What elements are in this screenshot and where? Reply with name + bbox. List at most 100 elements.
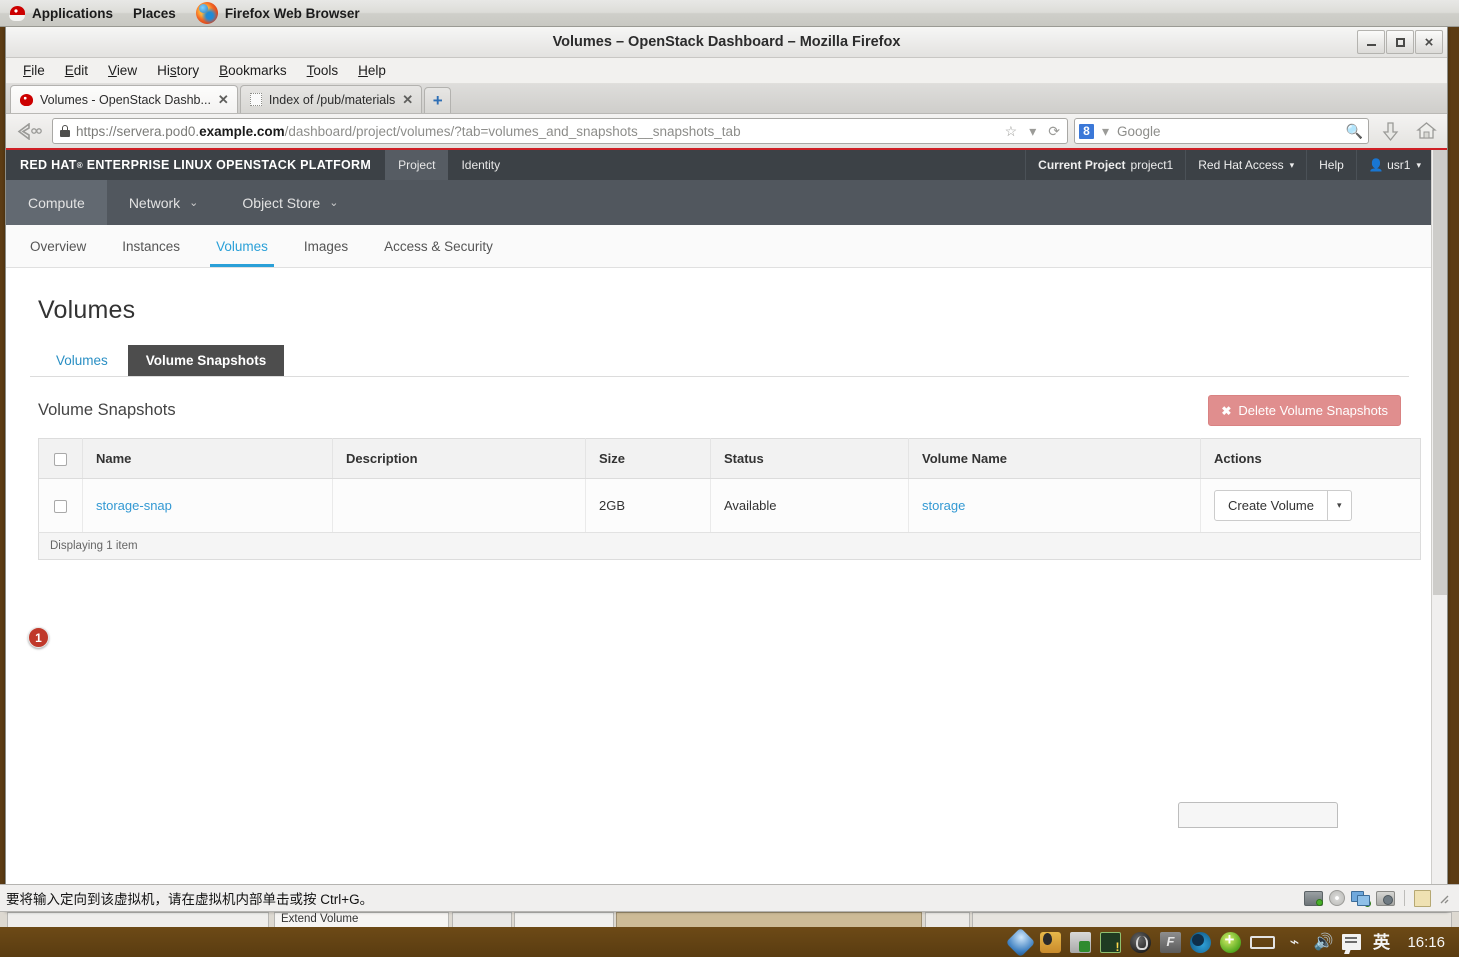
search-icon[interactable]: 🔍: [1346, 123, 1363, 140]
delete-volume-snapshots-button[interactable]: ✖ Delete Volume Snapshots: [1208, 395, 1401, 426]
browser-tab-volumes[interactable]: Volumes - OpenStack Dashb... ✕: [10, 85, 238, 113]
top-nav-identity[interactable]: Identity: [448, 150, 513, 180]
resize-grip-icon[interactable]: [1437, 892, 1449, 904]
cell-volume-name: storage: [908, 478, 1201, 534]
subtab-volume-snapshots[interactable]: Volume Snapshots: [127, 345, 285, 376]
dashboard-sub-nav: Compute Network ⌄ Object Store ⌄: [6, 180, 1433, 225]
browser-tab-index[interactable]: Index of /pub/materials ✕: [239, 85, 423, 113]
menu-bookmarks[interactable]: Bookmarks: [210, 60, 296, 81]
url-bar[interactable]: https://servera.pod0.example.com/dashboa…: [52, 118, 1068, 144]
vertical-scrollbar-thumb[interactable]: [1433, 150, 1447, 595]
gnome-top-panel: Applications Places Firefox Web Browser: [0, 0, 1459, 27]
subtab-volumes[interactable]: Volumes: [38, 345, 126, 376]
network-icon[interactable]: [1351, 890, 1371, 907]
notes-icon[interactable]: [1414, 889, 1431, 907]
tab-instances[interactable]: Instances: [104, 225, 198, 267]
bluetooth-icon[interactable]: [1006, 927, 1036, 957]
redhat-favicon: [20, 93, 33, 106]
tab-strip: Volumes - OpenStack Dashb... ✕ Index of …: [6, 84, 1447, 114]
hard-disk-icon[interactable]: [1304, 890, 1323, 906]
user-menu[interactable]: 👤 usr1 ▾: [1355, 150, 1433, 180]
google-engine-icon[interactable]: 8: [1079, 123, 1094, 139]
tab-volumes[interactable]: Volumes: [198, 225, 286, 267]
menu-edit[interactable]: Edit: [56, 60, 97, 81]
tab-close-icon[interactable]: ✕: [218, 92, 229, 108]
places-menu[interactable]: Places: [123, 0, 186, 27]
column-volume-name[interactable]: Volume Name: [908, 438, 1201, 480]
search-bar[interactable]: 8 ▾ Google 🔍: [1074, 118, 1369, 144]
tab-images[interactable]: Images: [286, 225, 366, 267]
column-description[interactable]: Description: [332, 438, 586, 480]
select-all-checkbox[interactable]: [54, 453, 67, 467]
font-manager-icon[interactable]: [1160, 931, 1182, 953]
new-tab-button[interactable]: +: [424, 87, 452, 113]
engine-dropdown-icon[interactable]: ▾: [1099, 123, 1112, 140]
bookmark-dropdown-icon[interactable]: ▾: [1026, 123, 1039, 140]
vertical-scrollbar[interactable]: ⌄: [1431, 150, 1447, 910]
partial-widget-outline: [1178, 802, 1338, 828]
navigation-toolbar: https://servera.pod0.example.com/dashboa…: [6, 114, 1447, 150]
snapshot-name-link[interactable]: storage-snap: [96, 498, 172, 513]
subnav-compute[interactable]: Compute: [6, 180, 107, 225]
home-icon[interactable]: [1411, 117, 1441, 145]
close-button[interactable]: ×: [1415, 30, 1443, 54]
menu-history[interactable]: History: [148, 60, 208, 81]
menu-file[interactable]: File: [14, 60, 54, 81]
top-nav-project[interactable]: Project: [385, 150, 449, 180]
cell-actions: Create Volume ▾: [1200, 478, 1421, 534]
taskbar-clock[interactable]: 16:16: [1401, 934, 1445, 951]
menu-view[interactable]: View: [99, 60, 146, 81]
red-hat-access-menu[interactable]: Red Hat Access ▾: [1185, 150, 1306, 180]
search-input[interactable]: Google: [1117, 124, 1341, 139]
column-actions: Actions: [1200, 438, 1421, 480]
current-project-indicator[interactable]: Current Project project1: [1025, 150, 1185, 180]
tab-close-icon[interactable]: ✕: [402, 92, 413, 108]
menu-bar: File Edit View History Bookmarks Tools H…: [6, 58, 1447, 84]
column-status[interactable]: Status: [710, 438, 909, 480]
applications-menu[interactable]: Applications: [0, 0, 123, 27]
create-volume-button[interactable]: Create Volume: [1214, 490, 1328, 522]
column-name[interactable]: Name: [82, 438, 333, 480]
cdrom-icon[interactable]: [1329, 890, 1345, 906]
maximize-button[interactable]: [1386, 30, 1414, 54]
actions-dropdown-toggle[interactable]: ▾: [1328, 490, 1352, 522]
terminal-alert-icon[interactable]: [1100, 931, 1122, 954]
subnav-object-store[interactable]: Object Store ⌄: [220, 180, 360, 225]
downloads-icon[interactable]: [1375, 117, 1405, 145]
browser-icon[interactable]: [1190, 931, 1212, 953]
reload-icon[interactable]: ⟳: [1045, 123, 1063, 140]
back-button[interactable]: [12, 118, 46, 144]
minimize-button[interactable]: [1357, 30, 1385, 54]
annotation-badge-1: 1: [28, 627, 49, 648]
battery-icon[interactable]: [1250, 935, 1276, 949]
ime-panel-icon[interactable]: [1342, 934, 1362, 950]
active-window-button[interactable]: Firefox Web Browser: [186, 0, 370, 27]
row-checkbox[interactable]: [54, 500, 67, 514]
system-tray: ⌁ 🔊 英 16:16: [1006, 927, 1459, 957]
close-icon: ✖: [1221, 403, 1232, 418]
volume-name-link[interactable]: storage: [922, 498, 965, 513]
volume-icon[interactable]: 🔊: [1313, 932, 1333, 952]
update-icon[interactable]: [1220, 930, 1242, 953]
window-titlebar: Volumes – OpenStack Dashboard – Mozilla …: [6, 27, 1447, 58]
wifi-icon[interactable]: ⌁: [1284, 932, 1304, 952]
column-size[interactable]: Size: [585, 438, 711, 480]
sogou-icon[interactable]: [1130, 931, 1152, 953]
cell-description: [332, 478, 586, 534]
camera-icon[interactable]: [1376, 890, 1395, 906]
ime-chinese-icon[interactable]: 英: [1370, 932, 1392, 953]
subnav-network[interactable]: Network ⌄: [107, 180, 221, 225]
divider: [1404, 890, 1405, 906]
vm-status-icons: [1304, 889, 1453, 907]
window-title: Volumes – OpenStack Dashboard – Mozilla …: [552, 34, 901, 50]
file-share-icon[interactable]: [1070, 931, 1092, 953]
menu-help[interactable]: Help: [349, 60, 395, 81]
help-link[interactable]: Help: [1306, 150, 1356, 180]
bookmark-star-icon[interactable]: ☆: [1002, 123, 1021, 140]
tab-access-security[interactable]: Access & Security: [366, 225, 511, 267]
menu-tools[interactable]: Tools: [298, 60, 348, 81]
table-header-row: Name Description Size Status Volume Name…: [38, 438, 1421, 480]
tab-overview[interactable]: Overview: [12, 225, 104, 267]
subnav-network-label: Network: [128, 194, 181, 211]
qq-penguin-icon[interactable]: [1040, 931, 1062, 953]
